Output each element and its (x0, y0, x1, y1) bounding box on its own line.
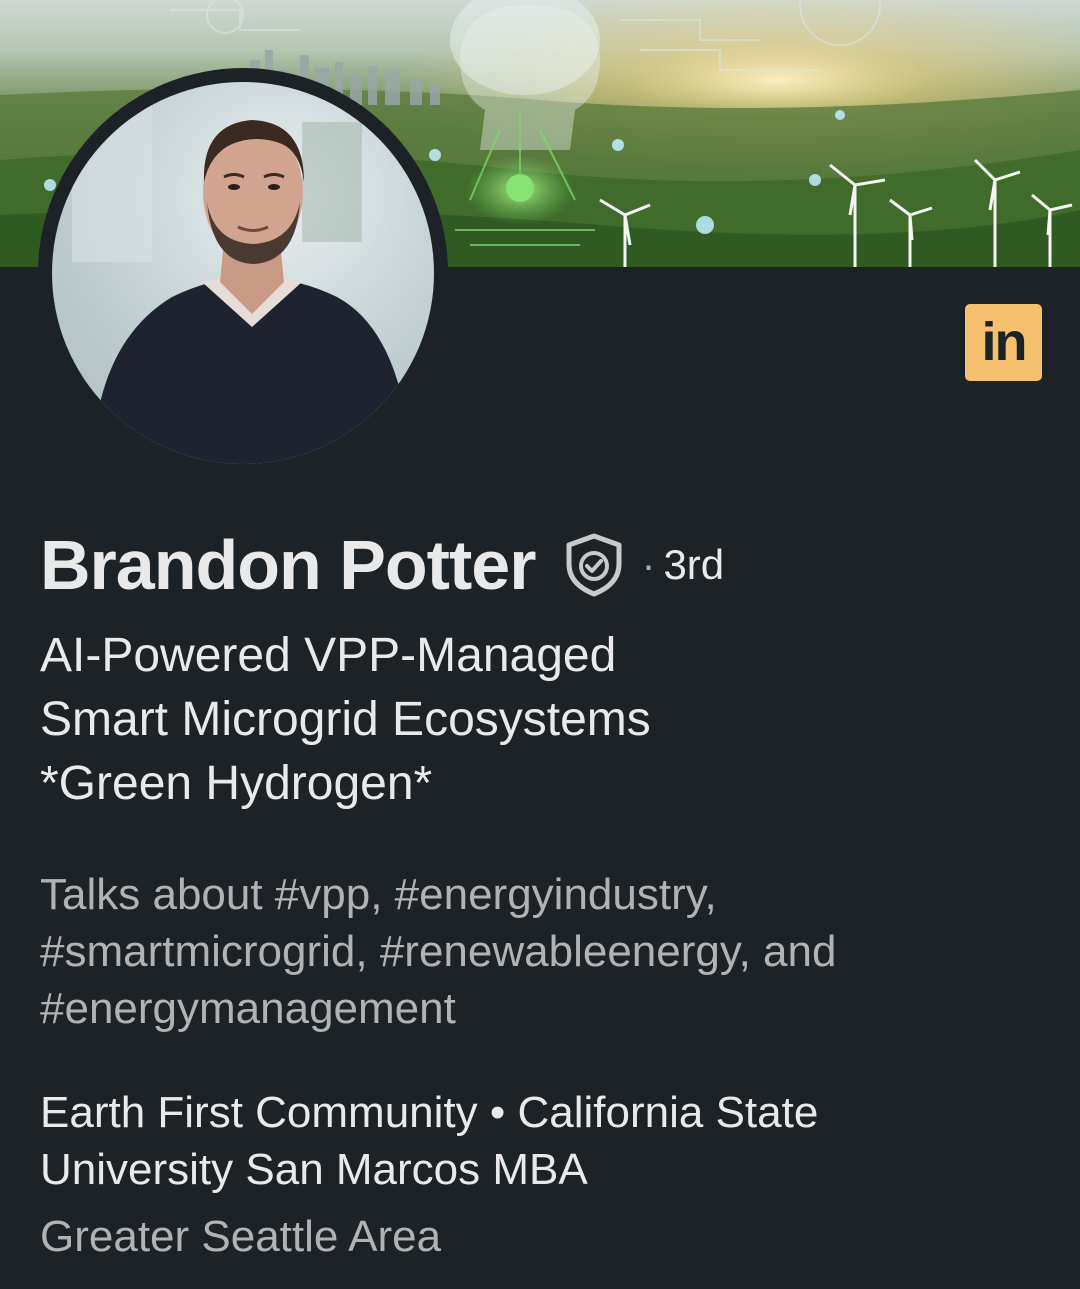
verified-shield-icon[interactable] (563, 532, 625, 598)
headline-line: AI-Powered VPP-Managed (40, 629, 617, 682)
organization-education[interactable]: Earth First Community • California State… (40, 1084, 1000, 1198)
profile-location: Greater Seattle Area (40, 1212, 442, 1261)
headline-line: Smart Microgrid Ecosystems (40, 693, 651, 746)
name-row: Brandon Potter · 3rd (40, 520, 724, 610)
organization-line: University San Marcos MBA (40, 1145, 588, 1194)
connection-degree: · 3rd (641, 541, 724, 589)
profile-avatar[interactable] (52, 82, 434, 464)
profile-headline: AI-Powered VPP-Managed Smart Microgrid E… (40, 624, 1000, 816)
degree-separator: · (641, 541, 656, 588)
linkedin-icon[interactable]: in (965, 304, 1042, 381)
talks-about-line: #energymanagement (40, 984, 456, 1033)
degree-label: 3rd (663, 541, 725, 588)
organization-line: Earth First Community • California State (40, 1088, 819, 1137)
talks-about: Talks about #vpp, #energyindustry, #smar… (40, 866, 1000, 1037)
talks-about-line: #smartmicrogrid, #renewableenergy, and (40, 927, 837, 976)
profile-name: Brandon Potter (40, 526, 536, 604)
headline-line: *Green Hydrogen* (40, 757, 433, 810)
talks-about-line: Talks about #vpp, #energyindustry, (40, 870, 717, 919)
avatar-photo (72, 102, 412, 464)
